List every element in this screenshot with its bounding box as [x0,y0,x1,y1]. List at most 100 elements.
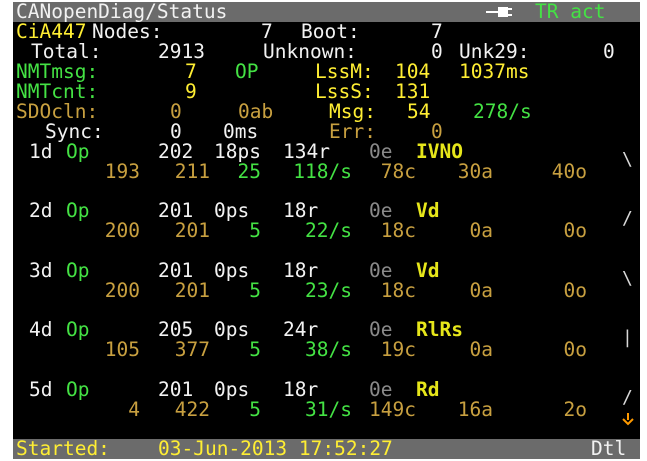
node-ps: 0ps [214,318,250,342]
node-rate: 23/s [305,278,352,302]
node-a2: 201 [174,278,210,302]
node-a1: 200 [104,219,140,243]
node-num: 205 [158,318,194,342]
started-value: 03-Jun-2013 17:52:27 [158,437,393,459]
title-bar: CANopenDiag/Status TR act [13,2,640,22]
node-r: 134r [283,140,330,163]
node-ps: 0ps [214,377,250,401]
node-rate: 31/s [305,397,352,421]
boot-label: Boot: [301,20,360,43]
node-row-4d: 4d Op 205 0ps 24r 0e RlRs [13,320,640,340]
node-ps: 0ps [214,199,250,223]
node-row-5d: 5d Op 201 0ps 18r 0e Rd [13,377,640,401]
total-value: 2913 [158,40,205,63]
sync-value: 0 [170,120,182,143]
node-a1: 105 [104,338,140,362]
node-a1: 200 [104,278,140,302]
node-row-3d: 3d Op 201 0ps 18r 0e Vd [13,261,640,281]
summary-row-total: Total: 2913 Unknown: 0 Unk29: 0 [13,42,640,62]
node-name: Rd [416,377,440,401]
total-label: Total: [31,40,102,63]
cia-label: CiA447 [16,20,87,43]
node-a2: 201 [174,219,210,243]
node-num: 202 [158,140,194,163]
node-state: Op [66,258,90,282]
nmtcnt-value: 9 [185,80,197,103]
node-ps: 18ps [214,140,261,163]
node-num: 201 [158,199,194,223]
summary-row-sync: Sync: 0 0ms Err: 0 [13,122,640,142]
status-bar: Started: 03-Jun-2013 17:52:27 Dtl [13,439,640,459]
node-a: 16a [457,397,493,421]
sync-ms: 0ms [223,120,259,143]
node-activity-indicator: \ [622,267,633,289]
lssm-time: 1037ms [459,60,530,83]
node-name: IVNO [416,140,463,163]
node-c: 149c [369,397,416,421]
node-a: 0a [469,219,493,243]
node-c: 78c [380,160,416,183]
sdocln-label: SDOcln: [16,100,99,123]
node-name: RlRs [416,318,463,342]
node-stats-row-4d: 105 377 5 38/s 19c 0a 0o [13,340,640,360]
node-a2: 422 [174,397,210,421]
node-name: Vd [416,258,440,282]
started-label: Started: [16,437,110,459]
node-stats-row-5d: 4 422 5 31/s 149c 16a 2o [13,397,640,421]
sync-label: Sync: [45,120,104,143]
lssm-value: 104 [395,60,431,83]
node-a2: 377 [174,338,210,362]
lsss-value: 131 [395,80,431,103]
nmtcnt-label: NMTcnt: [16,80,99,103]
node-stats-row-3d: 200 201 5 23/s 18c 0a 0o [13,281,640,301]
node-a3: 5 [249,397,261,421]
node-state: Op [66,377,90,401]
node-num: 201 [158,377,194,401]
summary-row-sdocln: SDOcln: 0 0ab Msg: 54 278/s [13,102,640,122]
node-e: 0e [369,377,393,401]
nmtmsg-value: 7 [185,60,197,83]
node-a3: 5 [249,219,261,243]
nmtmsg-state: OP [235,60,259,83]
node-a3: 5 [249,278,261,302]
msg-label: Msg: [329,100,376,123]
unknown-value: 0 [431,40,443,63]
node-o: 0o [563,219,587,243]
node-state: Op [66,318,90,342]
dtl-button[interactable]: Dtl [591,439,626,459]
node-id: 5d [29,377,53,401]
node-row-2d: 2d Op 201 0ps 18r 0e Vd [13,201,640,221]
nodes-value: 7 [261,20,273,43]
node-a: 0a [469,338,493,362]
node-rate: 118/s [293,160,352,183]
node-a3: 5 [249,338,261,362]
down-arrow-icon[interactable] [621,412,635,426]
node-a: 30a [457,160,493,183]
unk29-label: Unk29: [459,40,530,63]
node-c: 18c [380,219,416,243]
screen-title: CANopenDiag/Status [16,2,228,23]
nmtmsg-label: NMTmsg: [16,60,99,83]
diag-screen: CANopenDiag/Status TR act CiA447 Nodes: … [13,2,640,459]
node-activity-indicator: \ [622,149,633,170]
node-e: 0e [369,318,393,342]
lssm-label: LssM: [315,60,374,83]
node-rate: 22/s [305,219,352,243]
summary-row-nmtmsg: NMTmsg: 7 OP LssM: 104 1037ms [13,62,640,82]
node-a3: 25 [237,160,261,183]
node-state: Op [66,199,90,223]
sdocln-ab: 0ab [238,100,274,123]
node-r: 18r [283,258,319,282]
lsss-label: LssS: [315,80,374,103]
node-e: 0e [369,258,393,282]
summary-row-nodes: CiA447 Nodes: 7 Boot: 7 [13,22,640,42]
node-a1: 193 [104,160,140,183]
node-o: 0o [563,278,587,302]
node-id: 1d [29,140,53,163]
node-num: 201 [158,258,194,282]
node-id: 3d [29,258,53,282]
err-value: 0 [431,120,443,143]
boot-value: 7 [431,20,443,43]
node-o: 0o [563,338,587,362]
summary-row-nmtcnt: NMTcnt: 9 LssS: 131 [13,82,640,102]
